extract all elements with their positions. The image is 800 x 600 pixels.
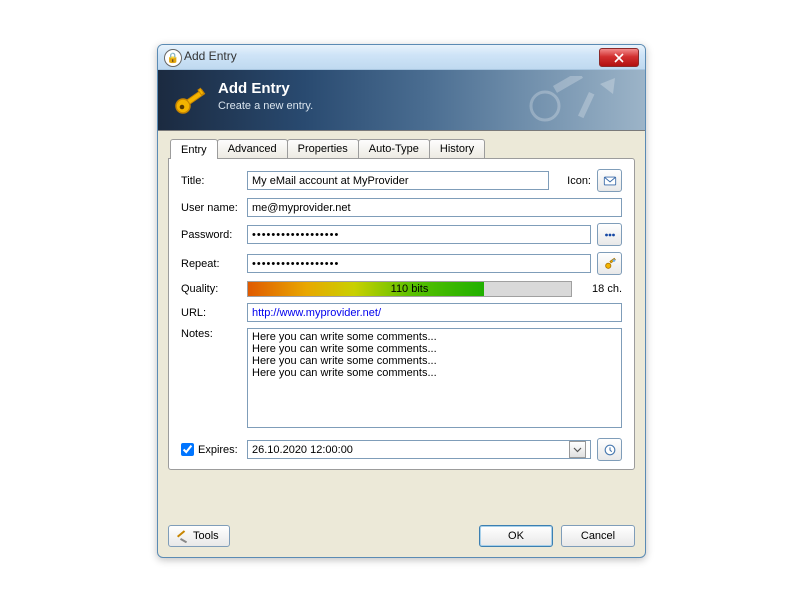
label-notes: Notes: (181, 328, 247, 340)
clock-icon (603, 443, 617, 457)
notes-input[interactable] (247, 328, 622, 428)
tab-history[interactable]: History (429, 139, 485, 159)
icon-picker-button[interactable] (597, 169, 622, 192)
tab-advanced[interactable]: Advanced (217, 139, 288, 159)
key-icon (172, 82, 208, 118)
tab-panel-entry: Title: Icon: User name: Password: (168, 158, 635, 470)
expires-preset-button[interactable] (597, 438, 622, 461)
label-expires: Expires: (198, 444, 247, 456)
lock-icon: 🔒 (164, 49, 182, 67)
date-dropdown-button[interactable] (569, 441, 586, 458)
quality-bar: 110 bits (247, 281, 572, 297)
tools-icon (175, 529, 189, 543)
banner: Add Entry Create a new entry. (158, 70, 645, 131)
dialog-footer: Tools OK Cancel (168, 525, 635, 547)
ok-button[interactable]: OK (479, 525, 553, 547)
expires-value: 26.10.2020 12:00:00 (252, 444, 353, 456)
label-repeat: Repeat: (181, 258, 247, 270)
reveal-password-button[interactable] (597, 223, 622, 246)
tab-autotype[interactable]: Auto-Type (358, 139, 430, 159)
close-icon (614, 53, 624, 63)
username-input[interactable] (247, 198, 622, 217)
envelope-icon (603, 174, 617, 188)
chevron-down-icon (573, 445, 582, 454)
cancel-button[interactable]: Cancel (561, 525, 635, 547)
dots-icon (603, 228, 617, 242)
banner-subtitle: Create a new entry. (218, 100, 313, 112)
tools-button-label: Tools (193, 530, 219, 542)
char-count: 18 ch. (580, 283, 622, 295)
window-title: Add Entry (184, 49, 237, 63)
banner-decoration (515, 76, 635, 126)
tools-button[interactable]: Tools (168, 525, 230, 547)
generate-password-button[interactable] (597, 252, 622, 275)
title-input[interactable] (247, 171, 549, 190)
url-input[interactable] (247, 303, 622, 322)
tab-entry[interactable]: Entry (170, 139, 218, 159)
expires-checkbox[interactable] (181, 443, 194, 456)
label-title: Title: (181, 175, 247, 187)
label-username: User name: (181, 202, 247, 214)
password-input[interactable] (247, 225, 591, 244)
banner-title: Add Entry (218, 80, 290, 97)
label-url: URL: (181, 307, 247, 319)
quality-text: 110 bits (248, 282, 571, 296)
key-gen-icon (603, 257, 617, 271)
titlebar[interactable]: 🔒 Add Entry (158, 45, 645, 70)
close-button[interactable] (599, 48, 639, 67)
tab-properties[interactable]: Properties (287, 139, 359, 159)
add-entry-dialog: 🔒 Add Entry Add Entry Create a new entry… (157, 44, 646, 558)
label-quality: Quality: (181, 283, 247, 295)
tab-row: Entry Advanced Properties Auto-Type Hist… (170, 139, 635, 159)
label-icon: Icon: (557, 175, 591, 187)
label-password: Password: (181, 229, 247, 241)
expires-datepicker[interactable]: 26.10.2020 12:00:00 (247, 440, 591, 459)
repeat-input[interactable] (247, 254, 591, 273)
